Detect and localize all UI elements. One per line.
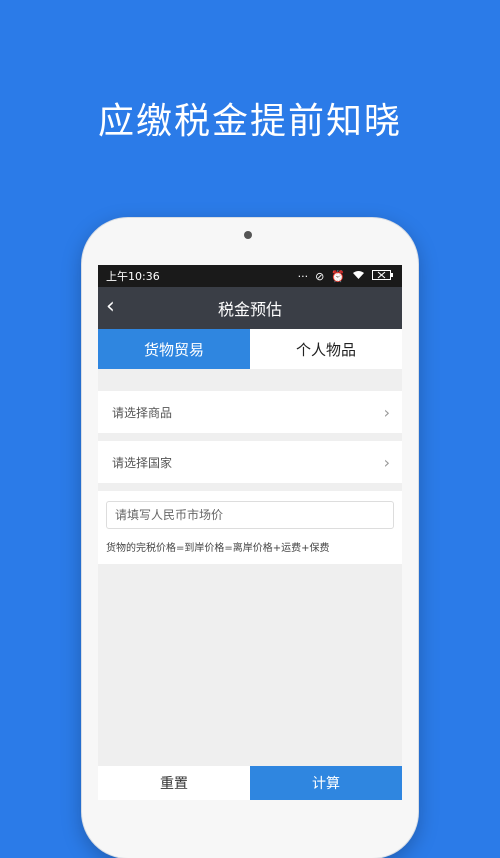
status-icons: ··· ⊘ ⏰: [297, 269, 394, 283]
tab-personal-items[interactable]: 个人物品: [250, 329, 402, 369]
status-time: 上午10:36: [106, 270, 160, 283]
tab-bar: 货物贸易 个人物品: [98, 329, 402, 369]
more-icon: ···: [297, 269, 309, 283]
select-country-label: 请选择国家: [112, 455, 173, 470]
chevron-right-icon: ›: [383, 402, 390, 422]
select-country-row[interactable]: 请选择国家 ›: [98, 441, 402, 483]
battery-icon: [372, 269, 394, 283]
status-bar: 上午10:36 ··· ⊘ ⏰: [98, 265, 402, 287]
bottom-action-bar: 重置 计算: [98, 766, 402, 800]
alarm-icon: ⏰: [331, 269, 345, 283]
page-title: 税金预估: [217, 300, 282, 319]
reset-button[interactable]: 重置: [98, 766, 250, 800]
select-goods-row[interactable]: 请选择商品 ›: [98, 391, 402, 433]
select-goods-label: 请选择商品: [112, 405, 173, 420]
formula-note: 货物的完税价格=到岸价格=离岸价格+运费+保费: [106, 543, 330, 554]
back-icon[interactable]: ‹: [106, 295, 115, 319]
calculate-button[interactable]: 计算: [250, 766, 402, 800]
no-sim-icon: ⊘: [315, 269, 325, 283]
tab-goods-trade[interactable]: 货物贸易: [98, 329, 250, 369]
headline: 应缴税金提前知晓: [97, 101, 402, 142]
price-block: 货物的完税价格=到岸价格=离岸价格+运费+保费: [98, 491, 402, 564]
market-price-input[interactable]: [106, 501, 394, 529]
chevron-right-icon: ›: [383, 452, 390, 472]
phone-speaker: [244, 231, 252, 239]
navigation-bar: ‹ 税金预估: [98, 287, 402, 329]
wifi-icon: [352, 270, 365, 283]
phone-screen: 上午10:36 ··· ⊘ ⏰ ‹ 税金预估 货物贸易 个人物品 请选择商品 ›…: [98, 265, 402, 800]
